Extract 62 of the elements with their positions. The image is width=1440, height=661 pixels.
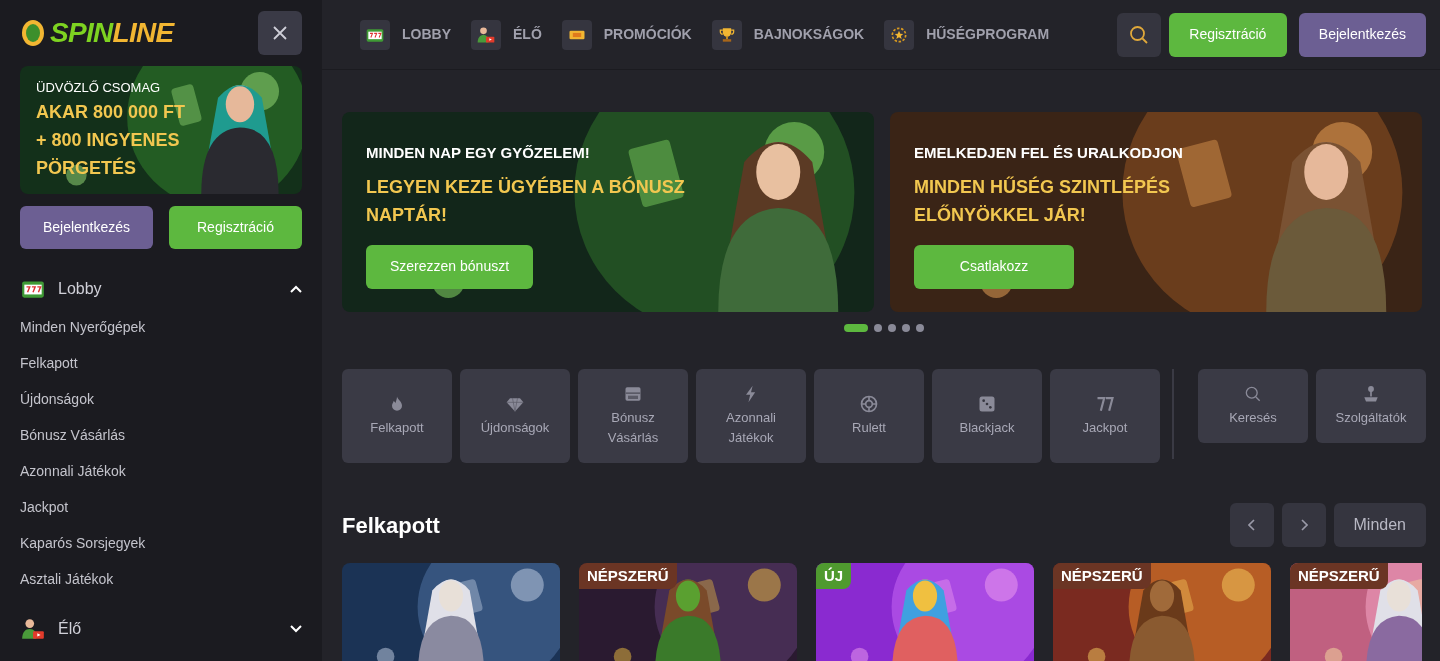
sevens-icon xyxy=(1095,394,1115,414)
menu-item[interactable]: Bónusz Vásárlás xyxy=(20,417,126,453)
menu-item[interactable]: Azonnali Játékok xyxy=(20,453,126,489)
chest-icon xyxy=(623,384,643,404)
logo-text: SPIN xyxy=(50,17,113,48)
section-title: Felkapott xyxy=(342,511,440,540)
dealer-camera-icon xyxy=(20,616,46,642)
nav-icon-tile[interactable] xyxy=(471,19,501,50)
category-tile[interactable]: Újdonságok xyxy=(460,369,570,463)
chevron-left-icon xyxy=(1247,519,1256,531)
new-badge: ÚJ xyxy=(816,563,852,589)
all-button[interactable]: Minden xyxy=(1333,503,1426,547)
menu-item[interactable]: Kaparós Sorsjegyek xyxy=(20,525,146,561)
nav-icon-tile[interactable] xyxy=(561,19,592,50)
login-button[interactable]: Bejelentkezés xyxy=(20,206,153,249)
category-tile[interactable]: Azonnali Játékok xyxy=(696,369,806,463)
menu-group-header[interactable]: Élő xyxy=(20,609,302,649)
category-tile[interactable]: Szolgáltatók xyxy=(1316,369,1426,443)
category-tile[interactable]: Bónusz Vásárlás xyxy=(578,369,688,463)
dice-icon xyxy=(977,394,997,414)
banner-title: MINDEN HŰSÉG SZINTLÉPÉS ELŐNYÖKKEL JÁR! xyxy=(914,175,1172,227)
search-icon xyxy=(1128,24,1149,45)
close-button[interactable] xyxy=(258,11,302,55)
banner-title: LEGYEN KEZE ÜGYÉBEN A BÓNUSZ NAPTÁR! xyxy=(366,175,686,227)
banner-eyebrow: EMELKEDJEN FEL ÉS URALKODJON xyxy=(914,143,1184,163)
category-tile[interactable]: Felkapott xyxy=(342,369,452,463)
nav-link[interactable]: LOBBY xyxy=(402,24,451,45)
joystick-icon xyxy=(1361,384,1381,404)
category-tile[interactable]: Jackpot xyxy=(1050,369,1160,463)
chevron-down-icon xyxy=(290,625,302,633)
nav-icon-tile[interactable] xyxy=(711,19,742,50)
category-tile[interactable]: Rulett xyxy=(814,369,924,463)
chevron-up-icon xyxy=(290,285,302,293)
nav-link[interactable]: ÉLŐ xyxy=(513,24,542,45)
logo-text: LINE xyxy=(112,17,174,48)
roulette-icon xyxy=(859,394,879,414)
menu-item[interactable]: Asztali Játékok xyxy=(20,561,114,597)
promo-headline: AKAR 800 000 FT + 800 INGYENES PÖRGETÉS xyxy=(36,100,187,180)
coin-icon xyxy=(20,18,46,48)
banner-eyebrow: MINDEN NAP EGY GYŐZELEM! xyxy=(366,143,591,163)
close-icon xyxy=(272,25,288,41)
menu-item[interactable]: Jackpot xyxy=(20,489,69,525)
nav-icon-tile[interactable] xyxy=(360,19,390,50)
promo-eyebrow: ÜDVÖZLŐ CSOMAG xyxy=(36,79,162,97)
search-icon xyxy=(1243,384,1263,404)
popular-badge: NÉPSZERŰ xyxy=(579,563,677,589)
login-button[interactable]: Bejelentkezés xyxy=(1298,12,1426,57)
popular-badge: NÉPSZERŰ xyxy=(1053,563,1151,589)
category-tile[interactable]: Blackjack xyxy=(932,369,1042,463)
category-tile[interactable]: Keresés xyxy=(1198,369,1308,443)
search-button[interactable] xyxy=(1116,12,1161,57)
nav-link[interactable]: PROMÓCIÓK xyxy=(603,24,692,45)
nav-icon-tile[interactable] xyxy=(884,19,915,50)
menu-group-header[interactable]: Lobby xyxy=(20,269,302,309)
menu-item[interactable]: Felkapott xyxy=(20,345,78,381)
nav-link[interactable]: BAJNOKSÁGOK xyxy=(753,24,865,45)
popular-badge: NÉPSZERŰ xyxy=(1290,563,1388,589)
menu-item[interactable]: Újdonságok xyxy=(20,381,94,417)
nav-link[interactable]: HŰSÉGPROGRAM xyxy=(926,24,1050,45)
logo[interactable]: SPINLINE xyxy=(20,12,174,54)
menu-item[interactable]: Minden Nyerőgépek xyxy=(20,309,146,345)
chevron-right-icon xyxy=(1299,519,1308,531)
